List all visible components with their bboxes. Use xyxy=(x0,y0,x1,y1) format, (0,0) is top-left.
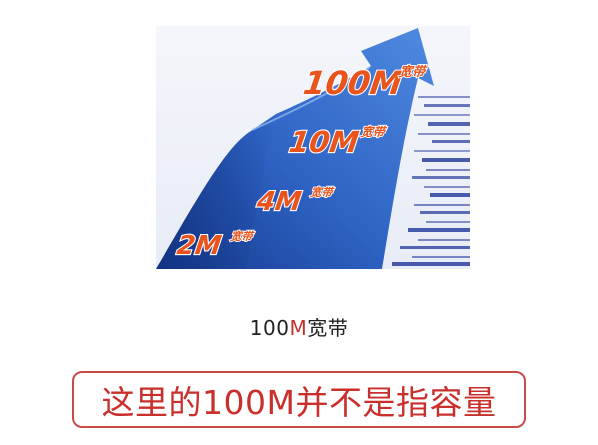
broadband-speed-banner: 2M 宽带 4M 宽带 10M 宽带 100M 宽带 xyxy=(156,26,470,269)
tier-speed: 100M xyxy=(301,64,405,102)
tier-speed: 10M xyxy=(287,125,361,159)
caption-accent: M xyxy=(289,316,308,340)
tier-unit: 宽带 xyxy=(359,125,388,139)
caption-suffix: 宽带 xyxy=(307,316,349,340)
notice-box: 这里的100M并不是指容量 xyxy=(72,371,526,428)
tier-speed: 4M xyxy=(254,187,303,217)
tier-unit: 宽带 xyxy=(229,230,256,243)
page: 2M 宽带 4M 宽带 10M 宽带 100M 宽带 100M宽带 这里的100… xyxy=(0,0,598,445)
caption-prefix: 100 xyxy=(249,316,290,340)
image-caption: 100M宽带 xyxy=(0,312,598,341)
tier-speed: 2M xyxy=(175,231,223,261)
tier-unit: 宽带 xyxy=(309,186,336,199)
notice-text: 这里的100M并不是指容量 xyxy=(101,382,497,422)
banner-graphic: 2M 宽带 4M 宽带 10M 宽带 100M 宽带 xyxy=(156,26,470,269)
